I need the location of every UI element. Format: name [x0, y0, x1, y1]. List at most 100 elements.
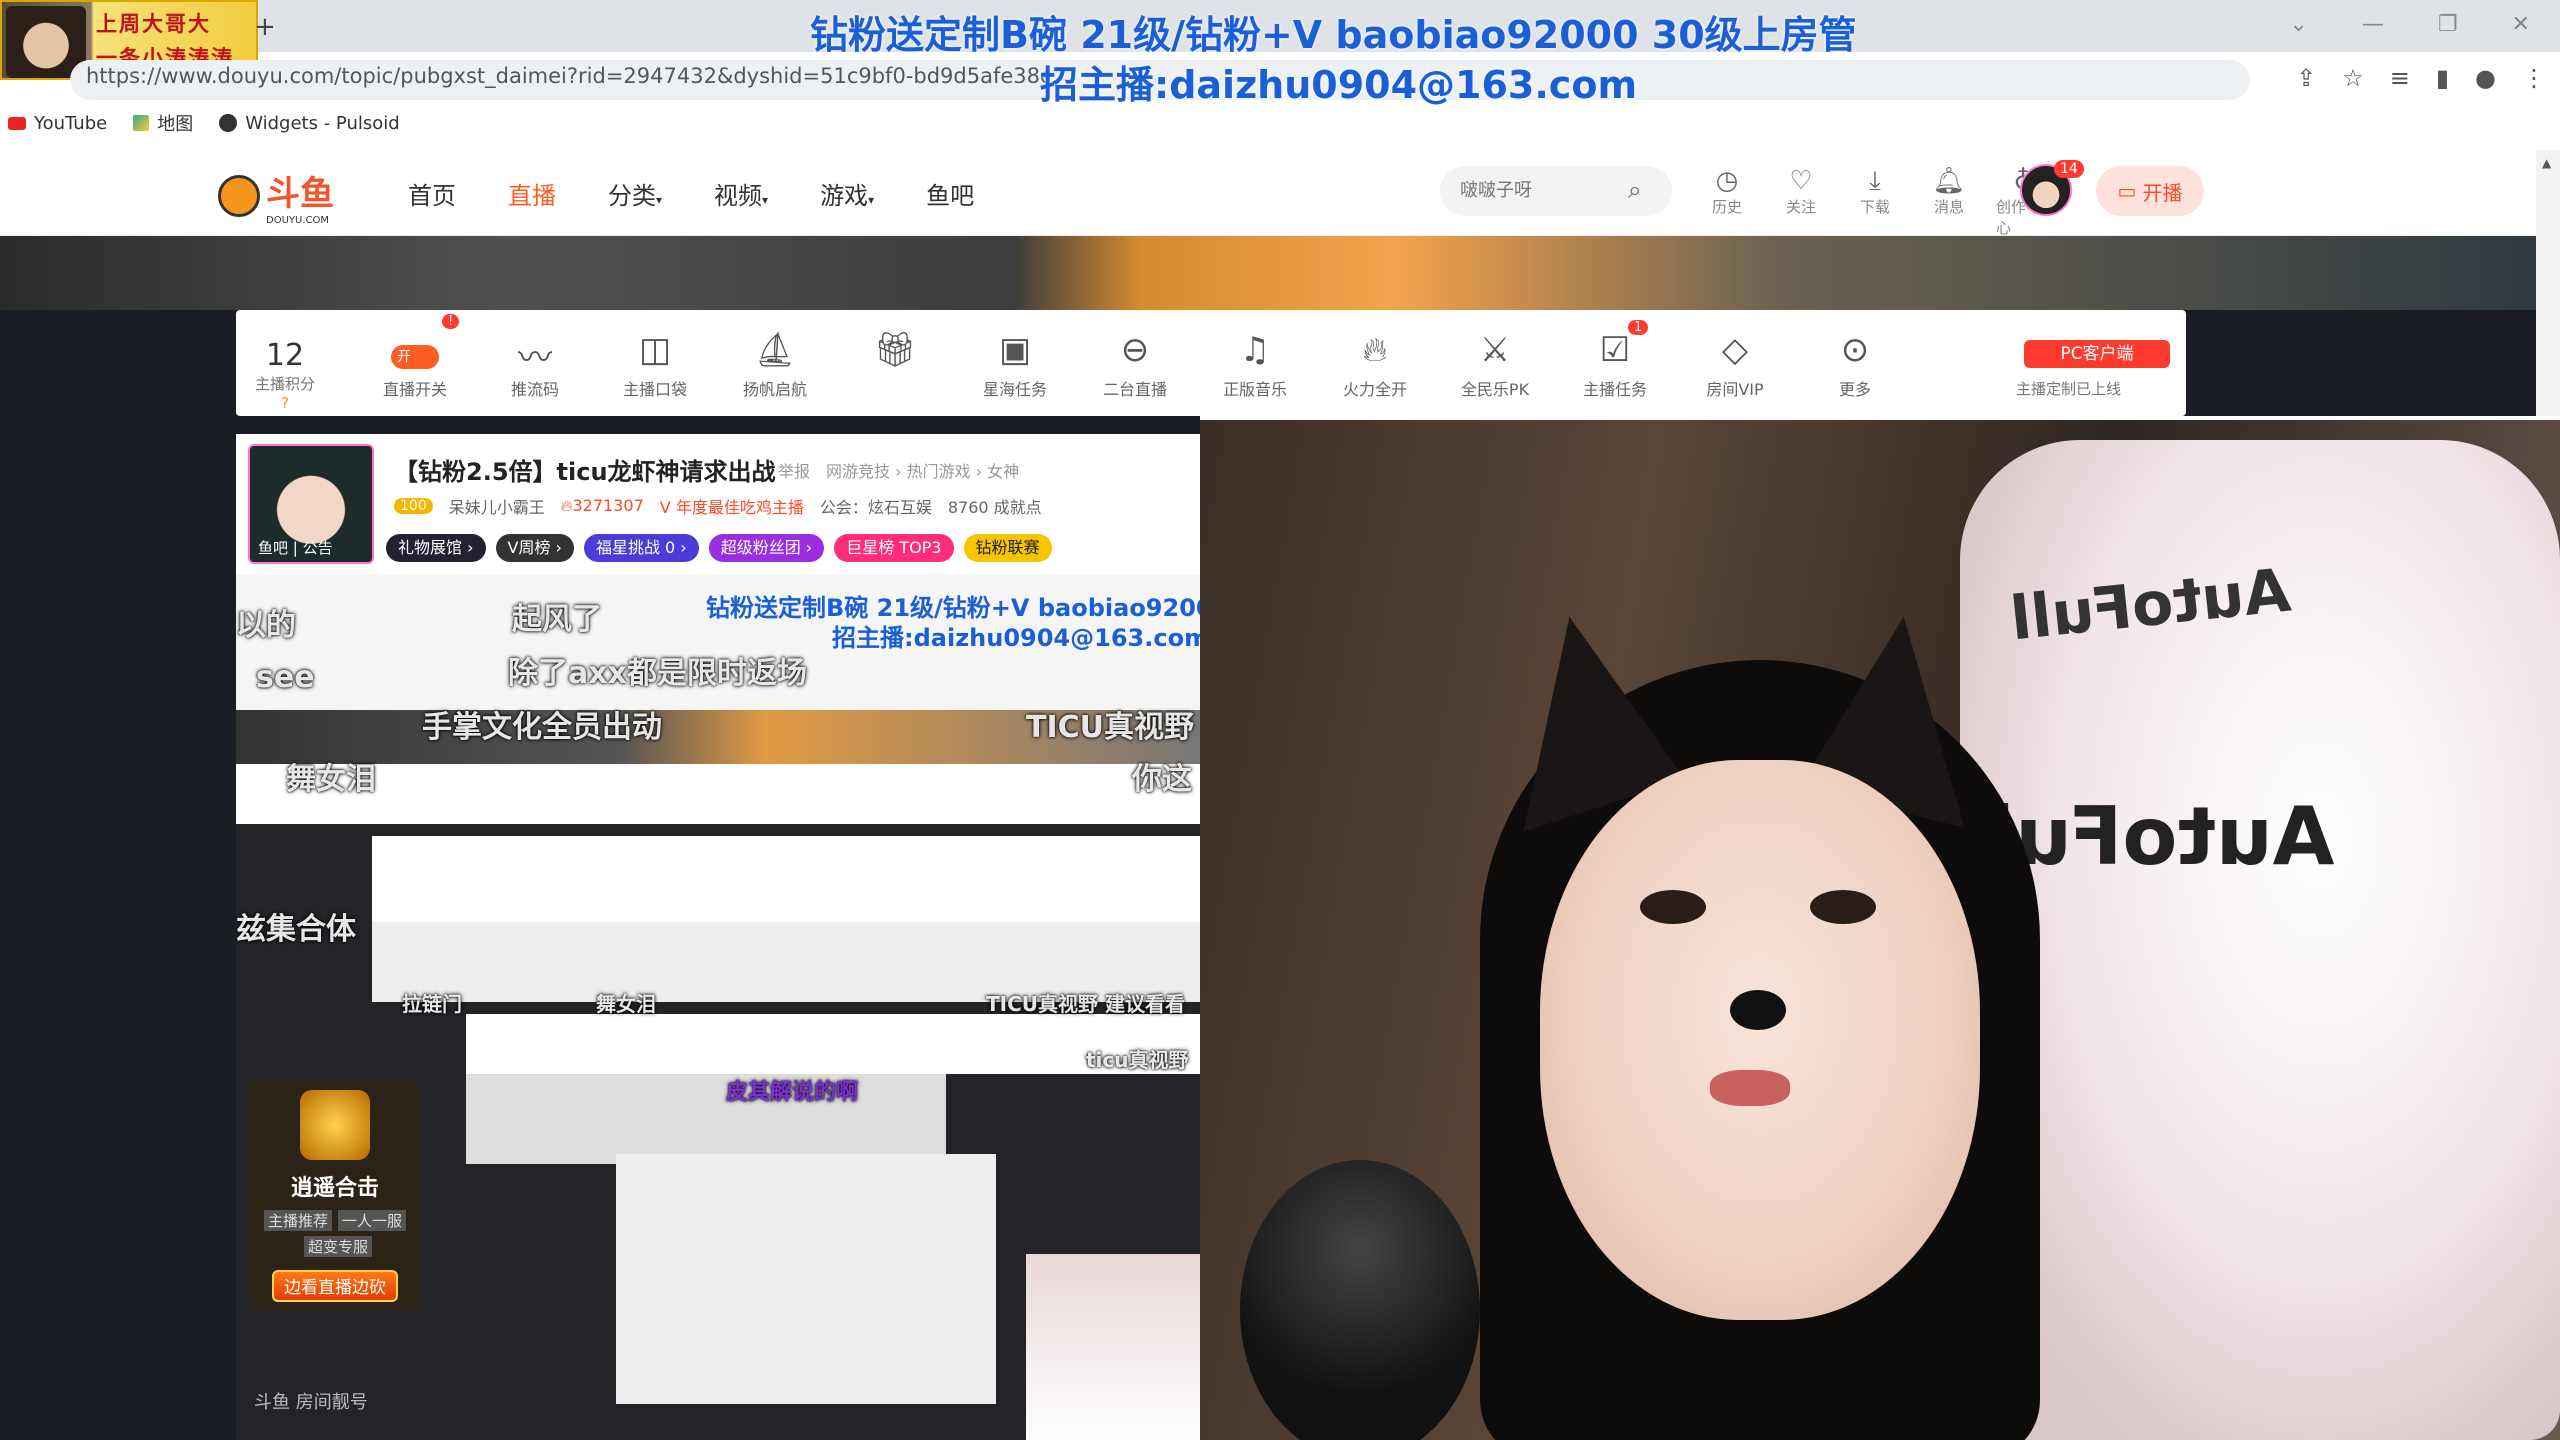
- anchor-task-badge: 1: [1628, 320, 1649, 335]
- share-icon[interactable]: ⇪: [2296, 64, 2316, 92]
- camera-icon: ▭: [2117, 179, 2137, 203]
- browser-chrome: 上周大哥大 一条小涛涛涛 + 钻粉送定制B碗 21级/钻粉+V baobiao9…: [0, 0, 2560, 150]
- tag-super-fans[interactable]: 超级粉丝团 ›: [708, 534, 825, 562]
- firepower-button[interactable]: 🔥︎ 火力全开: [1330, 330, 1420, 400]
- follow-button[interactable]: ♡ 关注: [1774, 166, 1828, 238]
- toggle-icon: ⊖: [1120, 330, 1150, 370]
- promo-title: 逍遥合击: [290, 1176, 379, 1201]
- nested-level-3: [466, 1074, 946, 1164]
- streamer-face: [1540, 760, 1980, 1320]
- new-tab-button[interactable]: +: [254, 12, 276, 42]
- more-button[interactable]: ⊙ 更多: [1810, 330, 1900, 400]
- more-icon: ⊙: [1840, 330, 1870, 370]
- eye-right: [1810, 890, 1876, 924]
- host-name[interactable]: 呆妹儿小霸王: [449, 494, 545, 518]
- game-promo-card[interactable]: 逍遥合击 主播推荐 一人一服 超变专服 边看直播边砍: [250, 1080, 420, 1310]
- minimize-icon[interactable]: —: [2362, 12, 2384, 37]
- restore-icon[interactable]: ❐: [2438, 12, 2458, 37]
- chevron-down-icon[interactable]: ⌄: [2289, 12, 2307, 37]
- pc-client-button[interactable]: PC客户端: [2024, 340, 2170, 368]
- cat-nose-filter: [1730, 990, 1786, 1030]
- download-button[interactable]: ⤓ 下载: [1848, 166, 1902, 238]
- scroll-up-icon[interactable]: ▲: [2542, 156, 2551, 170]
- danmaku-5: TICU真视野: [1026, 710, 1195, 745]
- nav-category[interactable]: 分类▾: [608, 176, 662, 211]
- caret-down-icon: ▾: [762, 193, 769, 207]
- site-header: 斗鱼 DOUYU.COM 首页 直播 分类▾ 视频▾ 游戏▾ 鱼吧 ⌕ ◷历史 …: [0, 150, 2536, 238]
- promo-play-button[interactable]: 边看直播边砍: [272, 1270, 398, 1302]
- nav-video[interactable]: 视频▾: [714, 176, 768, 211]
- waveform-icon: 〰: [518, 338, 552, 378]
- pk-button[interactable]: ⚔ 全民乐PK: [1450, 330, 1540, 400]
- search-icon[interactable]: ⌕: [1628, 176, 1641, 204]
- anchor-pocket-button[interactable]: ◫ 主播口袋: [610, 330, 700, 400]
- room-category[interactable]: 网游竞技 › 热门游戏 › 女神: [826, 458, 1019, 482]
- danmaku-8: see: [256, 660, 315, 695]
- report-link[interactable]: 举报: [778, 458, 810, 482]
- second-stream-button[interactable]: ⊖ 二台直播: [1090, 330, 1180, 400]
- douyu-logo[interactable]: 斗鱼 DOUYU.COM: [218, 166, 334, 226]
- sail-launch-button[interactable]: ⛵︎ 扬帆启航: [730, 330, 820, 400]
- url-text[interactable]: https://www.douyu.com/topic/pubgxst_daim…: [86, 64, 1046, 88]
- widgets-icon: [219, 114, 238, 132]
- star-icon[interactable]: ☆: [2342, 64, 2364, 92]
- room-banner: [0, 236, 2536, 310]
- host-avatar[interactable]: 鱼吧 | 公告: [248, 444, 374, 564]
- nav-home[interactable]: 首页: [408, 176, 456, 211]
- heart-icon: ♡: [1789, 166, 1813, 196]
- annual-rank[interactable]: V 年度最佳吃鸡主播: [660, 494, 804, 518]
- tag-superstar[interactable]: 巨星榜 TOP3: [834, 534, 954, 562]
- room-vip-button[interactable]: ◇ 房间VIP: [1690, 330, 1780, 400]
- sidebar-icon[interactable]: ▮: [2436, 64, 2449, 92]
- message-button[interactable]: 🔔︎ 消息: [1922, 166, 1976, 238]
- help-icon[interactable]: ?: [281, 394, 289, 412]
- history-button[interactable]: ◷ 历史: [1700, 166, 1754, 238]
- overlay-badge-line1: 上周大哥大: [96, 11, 211, 36]
- pocket-icon: ◫: [638, 330, 672, 370]
- anchor-task-button[interactable]: ☑ 主播任务: [1570, 330, 1660, 400]
- youtube-icon: [8, 116, 26, 130]
- danmaku-14: ticu真视野: [1086, 1048, 1189, 1072]
- stream-key-button[interactable]: 〰推流码: [490, 330, 580, 400]
- profile-icon[interactable]: ●: [2475, 64, 2496, 92]
- search-input[interactable]: [1460, 180, 1630, 201]
- danmaku-13: 皮其解说的啊: [726, 1080, 859, 1105]
- pc-client-subtitle: 主播定制已上线: [2016, 380, 2122, 398]
- sail-icon: ⛵︎: [753, 330, 797, 370]
- nav-live[interactable]: 直播: [508, 176, 556, 211]
- live-switch[interactable]: 开 直播开关: [370, 330, 460, 400]
- toggle-switch-icon: 开: [391, 345, 439, 369]
- danmaku-9: 以的: [236, 608, 296, 643]
- nested-stream-capture: 钻粉送定制B碗 21级/钻粉+V baobiao92000 30级 招主播:da…: [236, 574, 1200, 1440]
- streamer-camera-video[interactable]: AutoFull AutoFull: [1200, 420, 2560, 1440]
- bookmark-map[interactable]: 地图: [133, 110, 193, 136]
- pk-icon: ⚔: [1479, 330, 1511, 370]
- bookmarks-bar: YouTube 地图 Widgets - Pulsoid: [8, 110, 400, 136]
- close-icon[interactable]: ✕: [2512, 12, 2530, 37]
- tag-diamond-league[interactable]: 钻粉联赛: [963, 534, 1052, 562]
- gift-button[interactable]: 🎁︎: [850, 330, 940, 376]
- gift-icon: 🎁︎: [873, 330, 917, 370]
- licensed-music-button[interactable]: ♫ 正版音乐: [1210, 330, 1300, 400]
- bookmark-widgets[interactable]: Widgets - Pulsoid: [219, 113, 400, 134]
- playlist-icon[interactable]: ≡: [2390, 64, 2410, 92]
- nav-fishbar[interactable]: 鱼吧: [926, 176, 974, 211]
- guild-info[interactable]: 公会：炫石互娱: [820, 494, 932, 518]
- menu-icon[interactable]: ⋮: [2522, 64, 2546, 92]
- tag-v-weekly[interactable]: V周榜 ›: [495, 534, 574, 562]
- starsea-task-button[interactable]: ▣ 星海任务: [970, 330, 1060, 400]
- nested-toolbar-1: [236, 764, 1200, 824]
- bell-icon: 🔔︎: [1932, 166, 1966, 196]
- bookmark-youtube[interactable]: YouTube: [8, 113, 107, 134]
- go-live-button[interactable]: ▭ 开播: [2096, 166, 2204, 216]
- overlay-banner-line1: 钻粉送定制B碗 21级/钻粉+V baobiao92000 30级上房管: [810, 13, 1857, 57]
- checklist-icon: ☑: [1599, 330, 1631, 370]
- anchor-score[interactable]: 12 主播积分 ?: [250, 338, 320, 412]
- tag-lucky-challenge[interactable]: 福星挑战 0 ›: [583, 534, 699, 562]
- map-icon: [133, 115, 150, 131]
- notification-badge: 14: [2054, 160, 2084, 178]
- caret-down-icon: ▾: [868, 193, 875, 207]
- tag-gift-gallery[interactable]: 礼物展馆 ›: [386, 534, 486, 562]
- anchor-toolbar: 12 主播积分 ? 开 直播开关 ! 〰推流码 ◫ 主播口袋 ⛵︎ 扬帆启航 🎁︎ …: [236, 310, 2186, 416]
- nav-game[interactable]: 游戏▾: [820, 176, 874, 211]
